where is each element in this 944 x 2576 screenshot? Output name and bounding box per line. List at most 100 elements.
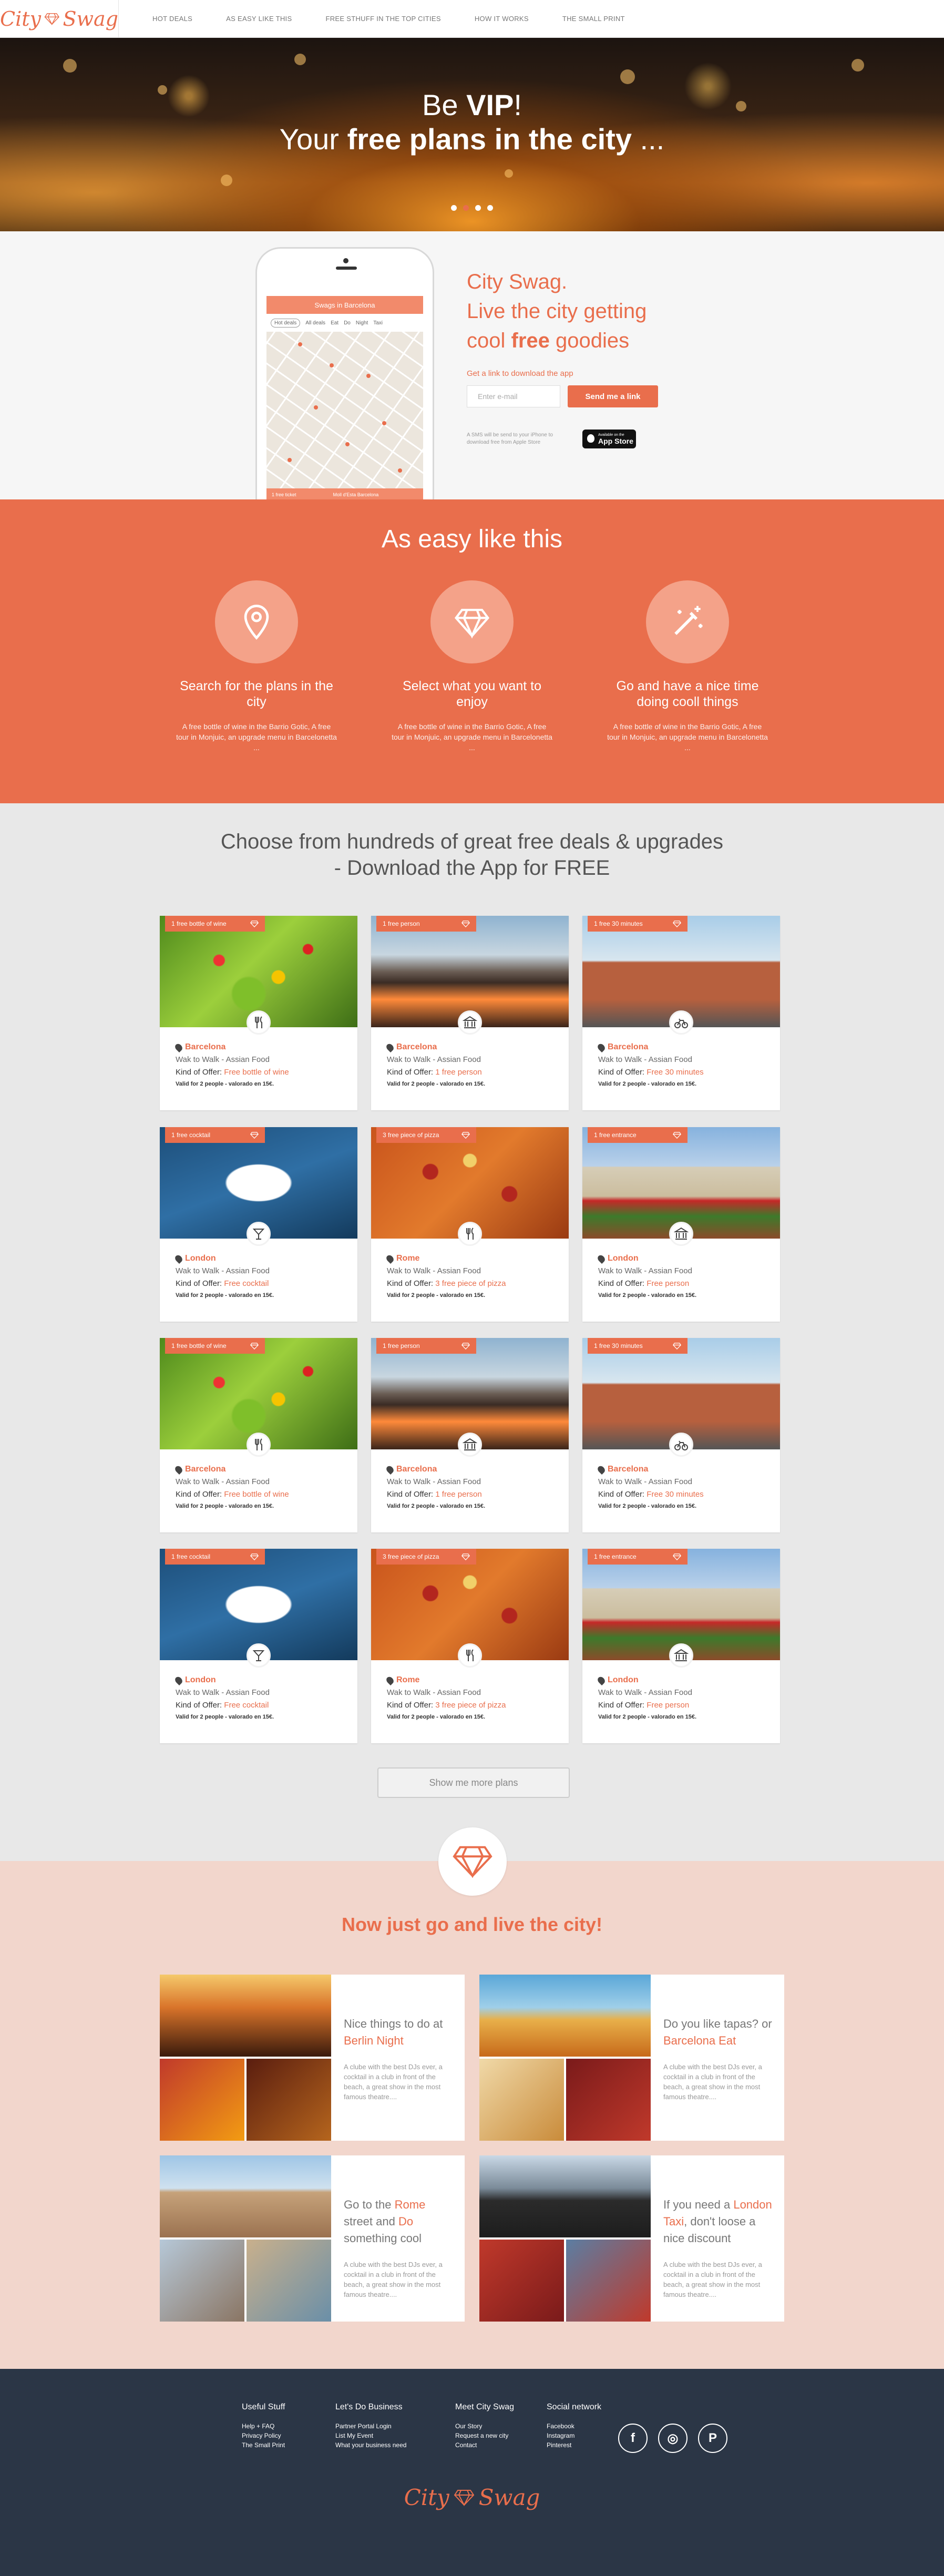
footer-column: Let's Do Business Partner Portal Login Lis…: [335, 2403, 406, 2450]
slider-dot-2[interactable]: [463, 205, 469, 211]
step-search: Search for the plans in the city A free …: [170, 580, 343, 753]
diamond-icon: [454, 2489, 475, 2506]
deal-tag: 3 free piece of pizza: [376, 1549, 476, 1565]
diamond-icon: [44, 13, 59, 25]
deal-tag: 1 free 30 minutes: [588, 1338, 688, 1354]
cocktail-icon: [252, 1650, 265, 1661]
deal-city: Barcelona: [385, 1463, 485, 1476]
deal-card[interactable]: 1 free person Barcelona Wak to Walk - As…: [371, 1338, 569, 1532]
deal-card[interactable]: 1 free entrance London Wak to Walk - Ass…: [582, 1549, 780, 1743]
cutlery-icon: [466, 1649, 474, 1661]
footer-column: Social network Facebook Instagram Pinterest: [547, 2403, 601, 2450]
city-card[interactable]: Go to the Rome street and Do something c…: [160, 2155, 465, 2322]
diamond-icon: [461, 1131, 470, 1139]
phone-screen: Swags in Barcelona Hot deals All deals Eat…: [266, 296, 423, 499]
diamond-icon: [250, 1553, 259, 1560]
footer-link[interactable]: What your business need: [335, 2440, 406, 2450]
city-card-desc: A clube with the best DJs ever, a cockta…: [344, 2063, 443, 2101]
app-line-2: Live the city getting: [467, 300, 647, 323]
deal-valid: Valid for 2 people - valorado en 15€.: [598, 1292, 697, 1299]
footer-link[interactable]: List My Event: [335, 2431, 406, 2440]
deal-tag: 1 free cocktail: [165, 1549, 265, 1565]
city-card-desc: A clube with the best DJs ever, a cockta…: [663, 2063, 762, 2101]
diamond-icon: [673, 1131, 681, 1139]
deal-card[interactable]: 3 free piece of pizza Rome Wak to Walk -…: [371, 1127, 569, 1322]
footer-heading: Social network: [547, 2403, 602, 2411]
location-pin-icon: [385, 1675, 395, 1685]
city-card[interactable]: If you need a London Taxi, don't loose a…: [479, 2155, 784, 2322]
category-badge: [669, 1433, 693, 1457]
footer-link[interactable]: Pinterest: [547, 2440, 601, 2450]
nav-item-small-print[interactable]: THE SMALL PRINT: [562, 15, 625, 23]
facebook-icon[interactable]: f: [618, 2424, 648, 2453]
deal-tag: 1 free person: [376, 1338, 476, 1354]
slider-dot-4[interactable]: [487, 205, 493, 211]
deal-card[interactable]: 1 free cocktail London Wak to Walk - Ass…: [160, 1127, 357, 1322]
deal-card[interactable]: 1 free entrance London Wak to Walk - Ass…: [582, 1127, 780, 1322]
city-card-desc: A clube with the best DJs ever, a cockta…: [344, 2261, 443, 2298]
nav-item-easy[interactable]: AS EASY LIKE THIS: [226, 15, 292, 23]
step-desc: A free bottle of wine in the Barrio Goti…: [176, 722, 337, 752]
app-store-badge[interactable]: Available on the App Store: [582, 430, 636, 448]
deal-card[interactable]: 1 free person Barcelona Wak to Walk - As…: [371, 916, 569, 1110]
deal-valid: Valid for 2 people - valorado en 15€.: [176, 1292, 274, 1299]
footer-link[interactable]: Contact: [455, 2440, 514, 2450]
logo[interactable]: City Swag: [0, 0, 119, 38]
deal-city: Barcelona: [385, 1041, 485, 1054]
footer-link[interactable]: Partner Portal Login: [335, 2421, 406, 2431]
email-input[interactable]: Enter e-mail: [467, 385, 560, 407]
footer-column: Meet City Swag Our Story Request a new cit…: [455, 2403, 514, 2450]
museum-icon: [674, 1227, 689, 1240]
deal-card[interactable]: 1 free 30 minutes Barcelona Wak to Walk …: [582, 1338, 780, 1532]
diamond-icon: [673, 1342, 681, 1350]
diamond-icon: [673, 1553, 681, 1560]
category-badge: [458, 1222, 482, 1246]
footer-link[interactable]: Privacy Policy: [242, 2431, 285, 2440]
footer-logo[interactable]: City Swag: [0, 2485, 944, 2510]
footer-link[interactable]: The Small Print: [242, 2440, 285, 2450]
deal-valid: Valid for 2 people - valorado en 15€.: [387, 1081, 486, 1087]
send-link-button[interactable]: Send me a link: [568, 385, 658, 407]
show-more-button[interactable]: Show me more plans: [377, 1767, 570, 1798]
deal-city: Barcelona: [173, 1041, 289, 1054]
instagram-icon[interactable]: ◎: [658, 2424, 688, 2453]
nav-item-free-stuff[interactable]: FREE STHUFF IN THE TOP CITIES: [325, 15, 440, 23]
step-title: Search for the plans in the city: [180, 679, 333, 709]
city-card-heading: Go to the Rome street and Do something c…: [344, 2198, 426, 2245]
footer-link[interactable]: Our Story: [455, 2421, 514, 2431]
footer-link[interactable]: Help + FAQ: [242, 2421, 285, 2431]
diamond-icon: [461, 1553, 470, 1560]
step-enjoy: Go and have a nice time doing cooll thin…: [601, 580, 774, 753]
nav-item-hot-deals[interactable]: HOT DEALS: [152, 15, 192, 23]
footer-link[interactable]: Facebook: [547, 2421, 601, 2431]
footer-link[interactable]: Instagram: [547, 2431, 601, 2440]
deal-card[interactable]: 1 free 30 minutes Barcelona Wak to Walk …: [582, 916, 780, 1110]
live-title: Now just go and live the city!: [341, 1914, 603, 1935]
museum-icon: [674, 1649, 689, 1661]
slider-dot-1[interactable]: [451, 205, 457, 211]
deal-offer: Kind of Offer: Free bottle of wine: [176, 1490, 289, 1499]
deal-tag: 1 free 30 minutes: [588, 916, 688, 932]
slider-dot-3[interactable]: [475, 205, 481, 211]
pinterest-icon[interactable]: P: [698, 2424, 727, 2453]
deal-card[interactable]: 3 free piece of pizza Rome Wak to Walk -…: [371, 1549, 569, 1743]
footer-link[interactable]: Request a new city: [455, 2431, 514, 2440]
nav-item-how-it-works[interactable]: HOW IT WORKS: [475, 15, 529, 23]
category-badge: [669, 1222, 693, 1246]
diamond-icon: [454, 609, 490, 639]
city-card[interactable]: Nice things to do at Berlin Night A clube…: [160, 1975, 465, 2141]
apple-icon: [587, 434, 594, 443]
deal-card[interactable]: 1 free cocktail London Wak to Walk - Ass…: [160, 1549, 357, 1743]
deal-valid: Valid for 2 people - valorado en 15€.: [176, 1714, 274, 1720]
category-badge: [247, 1643, 271, 1668]
diamond-icon: [250, 1342, 259, 1350]
deal-card[interactable]: 1 free bottle of wine Barcelona Wak to W…: [160, 1338, 357, 1532]
deal-card[interactable]: 1 free bottle of wine Barcelona Wak to W…: [160, 916, 357, 1110]
category-badge: [458, 1010, 482, 1035]
deal-place: Wak to Walk - Assian Food: [598, 1055, 692, 1064]
deal-place: Wak to Walk - Assian Food: [387, 1477, 481, 1486]
city-card[interactable]: Do you like tapas? or Barcelona Eat A clu…: [479, 1975, 784, 2141]
footer-heading: Useful Stuff: [242, 2403, 285, 2411]
logo-right: Swag: [63, 7, 118, 30]
deal-valid: Valid for 2 people - valorado en 15€.: [176, 1503, 274, 1509]
